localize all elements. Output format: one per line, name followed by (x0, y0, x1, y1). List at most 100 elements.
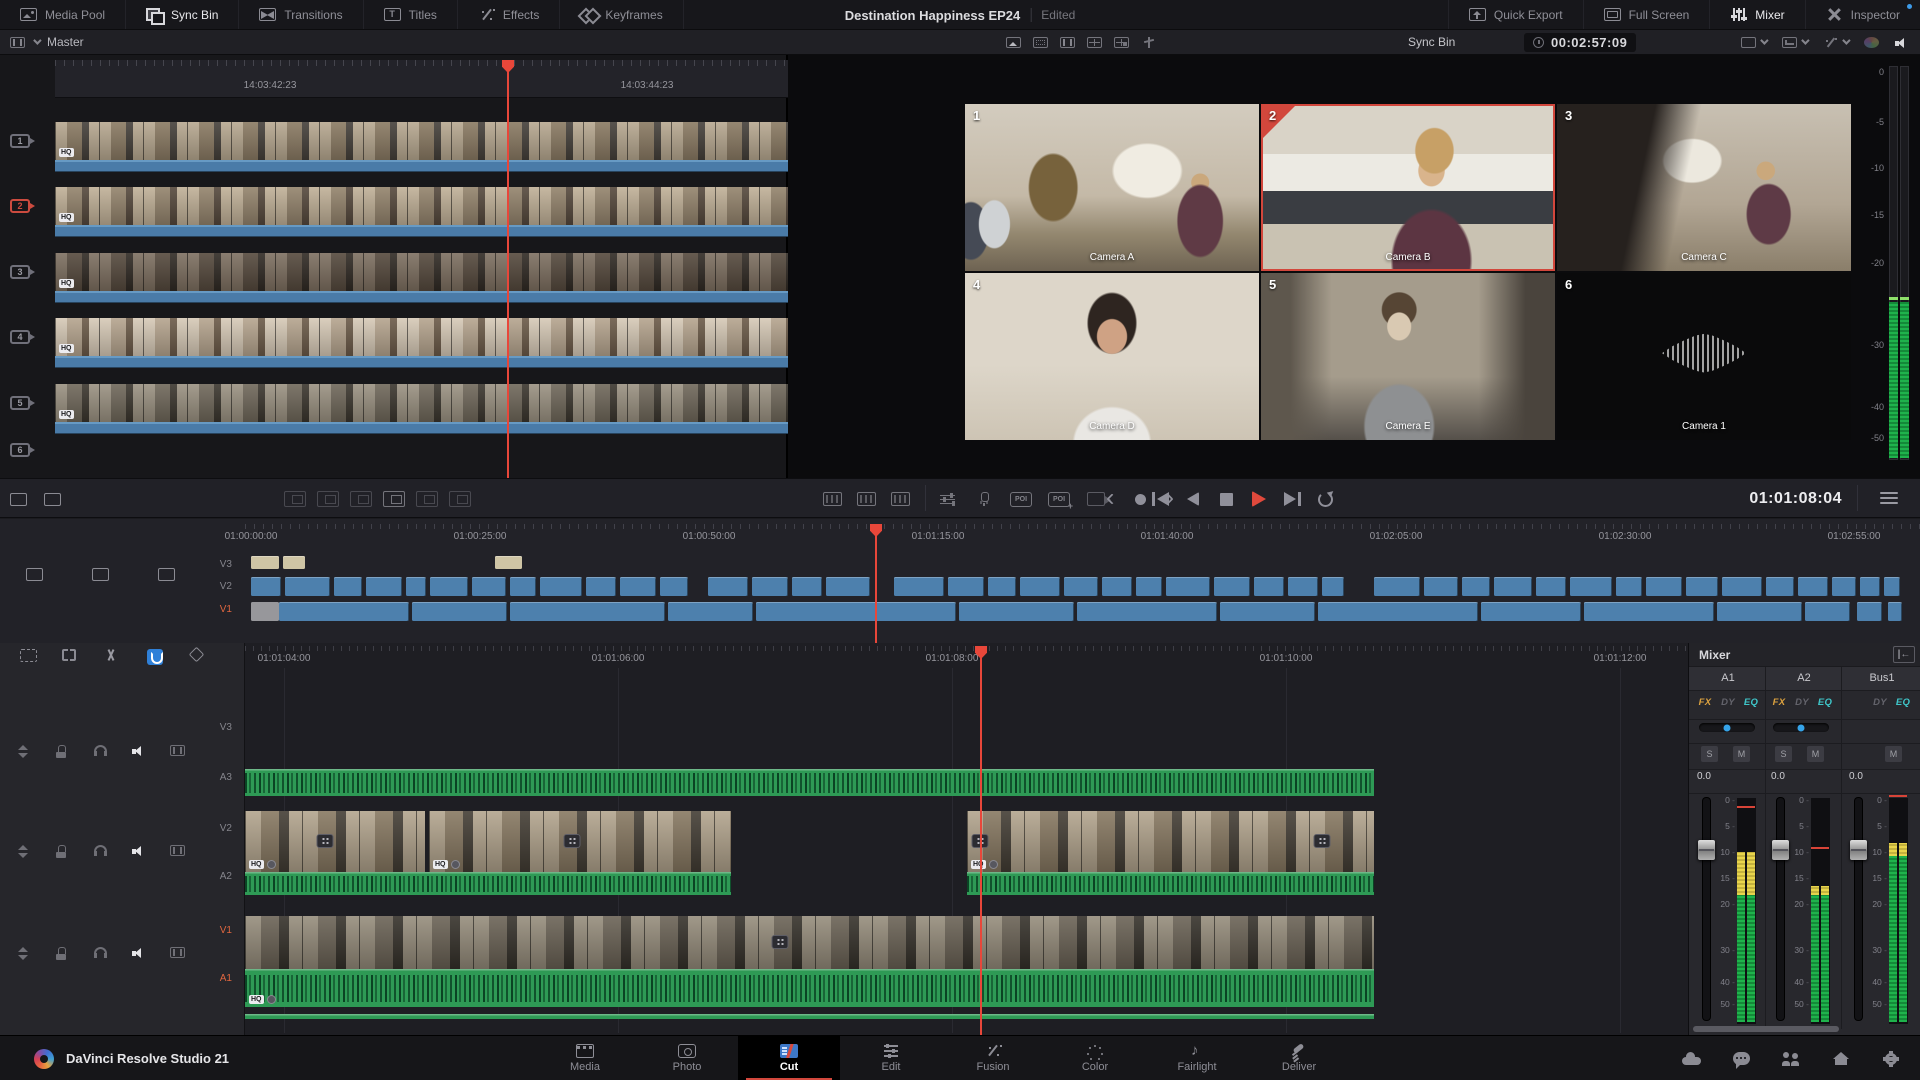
timeline-clip-v2[interactable] (1536, 577, 1566, 596)
pan-handle[interactable] (1798, 724, 1805, 731)
audio-clip-a3[interactable] (245, 769, 1374, 796)
timeline-view-button[interactable] (822, 485, 842, 513)
poi-button[interactable] (1010, 485, 1032, 513)
multicam-angle-2[interactable]: 2Camera B (1261, 104, 1555, 271)
snap-icon[interactable] (147, 649, 163, 665)
go-start-button[interactable] (1150, 485, 1170, 513)
timeline-clip-v2[interactable] (1686, 577, 1718, 596)
pan-slider[interactable] (1699, 723, 1755, 732)
audio-clip-a2[interactable] (245, 872, 731, 895)
timeline-clip-v2[interactable] (792, 577, 822, 596)
timeline-clip-v1[interactable] (1077, 602, 1217, 621)
source-filmstrip-1[interactable]: HQ (55, 122, 788, 160)
timeline-clip-v2[interactable] (1798, 577, 1828, 596)
timeline-clip-v2[interactable] (1570, 577, 1612, 596)
collapse-mixer-button[interactable]: |← (1893, 646, 1915, 663)
source-camera-badge-2[interactable]: 2 (10, 199, 30, 213)
smart-insert-button[interactable] (284, 485, 306, 513)
grid-icon[interactable] (1087, 37, 1102, 48)
bottom-chat-button[interactable] (1728, 1046, 1754, 1072)
bottom-settings-button[interactable] (1878, 1046, 1904, 1072)
viewer-control-dropdown[interactable] (1741, 37, 1766, 48)
timeline-clip-v1[interactable] (1584, 602, 1714, 621)
eq-button[interactable]: EQ (1815, 697, 1835, 709)
multicam-icon[interactable] (1114, 37, 1129, 48)
resize-track-icon[interactable] (18, 947, 28, 960)
topbar-button-media-pool[interactable]: Media Pool (0, 0, 126, 29)
timeline-clip-v2[interactable] (1322, 577, 1344, 596)
topbar-button-quick-export[interactable]: Quick Export (1448, 0, 1583, 29)
tab-photo[interactable]: Photo (636, 1036, 738, 1080)
filmstrip-icon[interactable] (170, 845, 185, 856)
timeline-clip-v2[interactable] (1884, 577, 1900, 596)
source-camera-badge-5[interactable]: 5 (10, 396, 30, 410)
source-selector[interactable]: Master (47, 35, 84, 49)
ripple-overwrite-button[interactable] (350, 485, 372, 513)
source-audio-3[interactable] (55, 291, 788, 303)
tab-edit[interactable]: Edit (840, 1036, 942, 1080)
timeline-clip-v1[interactable] (1220, 602, 1315, 621)
headphones-icon[interactable] (94, 845, 107, 856)
timeline-clip-v2[interactable] (708, 577, 748, 596)
source-filmstrip-2[interactable]: HQ (55, 187, 788, 225)
timeline-clip-v2[interactable] (1102, 577, 1132, 596)
topbar-button-mixer[interactable]: Mixer (1709, 0, 1804, 29)
video-clip-v2[interactable]: HQ (245, 811, 425, 872)
source-ruler[interactable] (55, 60, 788, 98)
tools-button[interactable] (938, 485, 958, 513)
timeline-clip-v2[interactable] (1722, 577, 1762, 596)
tab-media[interactable]: Media (534, 1036, 636, 1080)
viewer-timecode[interactable]: 00:02:57:09 (1524, 33, 1636, 52)
voiceover-button[interactable] (974, 485, 994, 513)
headphones-icon[interactable] (94, 947, 107, 958)
timeline-options-menu[interactable] (1880, 492, 1898, 504)
eq-button[interactable]: EQ (1741, 697, 1761, 709)
audio-clip-a1[interactable]: HQ (245, 969, 1374, 1007)
timeline-clip-v2[interactable] (406, 577, 426, 596)
timeline-clip-v2[interactable] (430, 577, 468, 596)
tab-fairlight[interactable]: Fairlight (1146, 1036, 1248, 1080)
timeline-clip-v2[interactable] (1494, 577, 1532, 596)
clip-transition-marker[interactable] (1314, 834, 1331, 848)
timeline-tools-icon[interactable] (26, 568, 43, 581)
source-overwrite-button[interactable] (449, 485, 471, 513)
timeline-clip-v2[interactable] (251, 577, 281, 596)
timeline-clip-v2[interactable] (660, 577, 688, 596)
dynamics-button[interactable]: DY (1870, 697, 1890, 709)
fader-knob[interactable] (1698, 840, 1715, 860)
tab-deliver[interactable]: Deliver (1248, 1036, 1350, 1080)
timeline-clip-v2[interactable] (586, 577, 616, 596)
multicam-angle-6[interactable]: 6Camera 1 (1557, 273, 1851, 440)
topbar-button-full-screen[interactable]: Full Screen (1583, 0, 1710, 29)
topbar-button-sync-bin[interactable]: Sync Bin (126, 0, 239, 29)
tab-cut[interactable]: Cut (738, 1036, 840, 1080)
source-camera-badge-4[interactable]: 4 (10, 330, 30, 344)
waveform-view-button[interactable] (890, 485, 910, 513)
timeline-clip-v2[interactable] (752, 577, 788, 596)
audio-clip-overflow[interactable] (245, 1014, 1374, 1019)
timeline-clip-v2[interactable] (334, 577, 362, 596)
timeline-clip-v1[interactable] (668, 602, 753, 621)
timeline-clip-v2[interactable] (285, 577, 330, 596)
source-camera-badge-3[interactable]: 3 (10, 265, 30, 279)
timeline-clip-v1[interactable] (1888, 602, 1902, 621)
pan-handle[interactable] (1724, 724, 1731, 731)
source-playhead[interactable] (507, 60, 509, 478)
timeline-clip-v1[interactable] (1717, 602, 1802, 621)
append-button[interactable] (317, 485, 339, 513)
timeline-clip-v2[interactable] (1254, 577, 1284, 596)
append-audio-button[interactable] (42, 485, 62, 513)
source-audio-4[interactable] (55, 356, 788, 368)
poi-add-button[interactable] (1048, 485, 1070, 513)
thumbnail-view-button[interactable] (856, 485, 876, 513)
timeline-clip-v2[interactable] (366, 577, 402, 596)
lock-icon[interactable] (56, 947, 66, 960)
source-audio-5[interactable] (55, 422, 788, 434)
timeline-clip-v2[interactable] (1064, 577, 1098, 596)
viewer-control-camera-dropdown[interactable] (1782, 37, 1807, 48)
fx-button[interactable]: FX (1695, 697, 1715, 709)
mute-button[interactable]: M (1733, 746, 1750, 762)
viewer-control-color-wheel[interactable] (1864, 37, 1879, 48)
timeline-clip-v2[interactable] (948, 577, 984, 596)
timeline-clip-v2[interactable] (1766, 577, 1794, 596)
